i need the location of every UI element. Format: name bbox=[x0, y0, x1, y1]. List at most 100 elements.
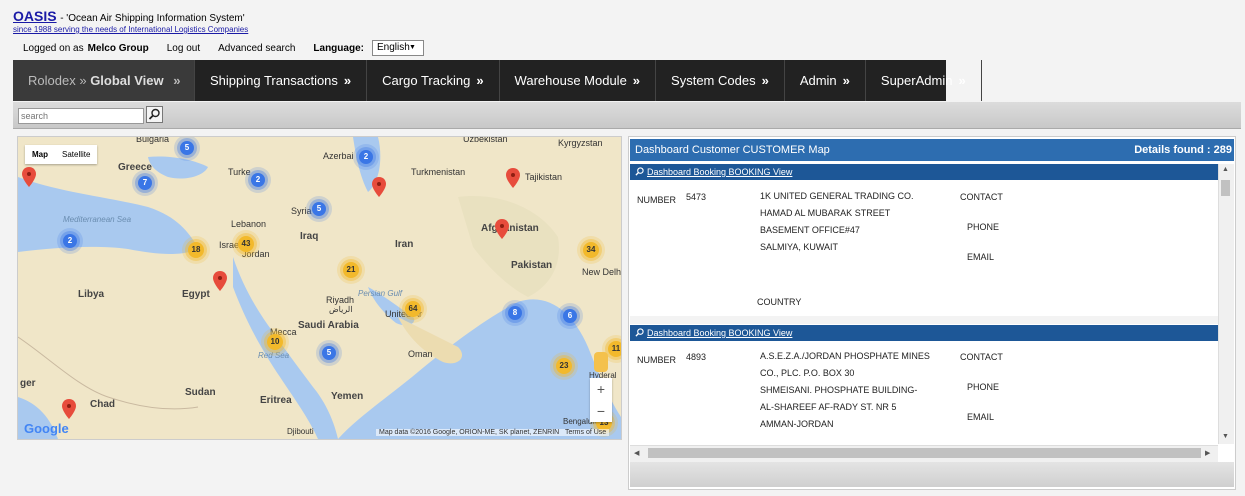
details-count: Details found : 289 bbox=[1134, 144, 1232, 156]
map-pin-icon[interactable] bbox=[62, 399, 76, 419]
nav-arrow: » bbox=[632, 73, 641, 88]
scroll-down-icon[interactable]: ▼ bbox=[1222, 433, 1229, 440]
panel-title: Dashboard Customer CUSTOMER Map bbox=[635, 144, 830, 156]
map-cluster[interactable]: 34 bbox=[583, 242, 599, 258]
advanced-search-link[interactable]: Advanced search bbox=[218, 43, 295, 54]
place-label: Djibouti bbox=[287, 427, 314, 436]
logged-on-label: Logged on as bbox=[23, 42, 84, 54]
booking-view-link[interactable]: Dashboard Booking BOOKING View bbox=[630, 164, 1218, 180]
map-cluster[interactable]: 6 bbox=[563, 309, 577, 323]
map-pin-icon[interactable] bbox=[22, 167, 36, 187]
place-label: Oman bbox=[408, 349, 433, 359]
nav-label: Shipping Transactions bbox=[210, 73, 338, 88]
map-cluster[interactable]: 23 bbox=[556, 358, 572, 374]
scroll-up-icon[interactable]: ▲ bbox=[1222, 166, 1229, 173]
map-pin-icon[interactable] bbox=[372, 177, 386, 197]
map-cluster[interactable]: 7 bbox=[138, 176, 152, 190]
app-tagline: - 'Ocean Air Shipping Information System… bbox=[60, 13, 245, 24]
place-label: Greece bbox=[118, 162, 152, 173]
place-label: Saudi Arabia bbox=[298, 320, 359, 331]
address-line: A.S.E.Z.A./JORDAN PHOSPHATE MINES bbox=[760, 351, 930, 361]
place-label: Yemen bbox=[331, 391, 364, 402]
map-type-control: Map Satellite bbox=[25, 145, 98, 164]
sea-label: Mediterranean Sea bbox=[63, 215, 132, 224]
address-line: SALMIYA, KUWAIT bbox=[760, 242, 839, 252]
map-cluster[interactable]: 5 bbox=[322, 346, 336, 360]
nav-shipping-transactions[interactable]: Shipping Transactions » bbox=[195, 60, 368, 101]
place-label: Turkmenistan bbox=[411, 167, 466, 177]
booking-view-label: Dashboard Booking BOOKING View bbox=[647, 167, 793, 177]
map-pin-icon[interactable] bbox=[213, 271, 227, 291]
nav-label: Cargo Tracking bbox=[382, 73, 471, 88]
map-cluster[interactable]: 21 bbox=[343, 262, 359, 278]
phone-label: PHONE bbox=[967, 382, 1000, 392]
since-link[interactable]: since 1988 serving the needs of Internat… bbox=[13, 25, 248, 34]
search-input[interactable] bbox=[18, 108, 144, 124]
search-button[interactable] bbox=[146, 106, 163, 123]
sea-label: Red Sea bbox=[258, 351, 290, 360]
nav-warehouse-module[interactable]: Warehouse Module » bbox=[500, 60, 657, 101]
language-select[interactable]: English ▼ bbox=[371, 40, 424, 56]
map-cluster[interactable]: 18 bbox=[188, 242, 204, 258]
map-type-satellite-button[interactable]: Satellite bbox=[55, 145, 97, 164]
email-label: EMAIL bbox=[967, 412, 995, 422]
nav-arrow: » bbox=[761, 73, 769, 88]
logout-link[interactable]: Log out bbox=[167, 43, 200, 54]
map-cluster[interactable]: 2 bbox=[251, 173, 265, 187]
map-cluster[interactable]: 10 bbox=[267, 334, 283, 350]
address-line: 1K UNITED GENERAL TRADING CO. bbox=[760, 191, 914, 201]
place-label: Chad bbox=[90, 399, 115, 410]
chevron-down-icon: ▼ bbox=[409, 44, 416, 51]
search-icon bbox=[635, 167, 644, 176]
app-logo-link[interactable]: OASIS bbox=[13, 8, 57, 24]
phone-label: PHONE bbox=[967, 222, 1000, 232]
main-nav: Rolodex » Global View » Shipping Transac… bbox=[13, 60, 982, 101]
scroll-right-icon[interactable]: ▶ bbox=[1205, 449, 1210, 457]
record-divider bbox=[630, 316, 1218, 324]
place-label: Azerbai bbox=[323, 151, 354, 161]
map-pin-icon[interactable] bbox=[506, 168, 520, 188]
search-icon bbox=[635, 328, 644, 337]
map-cluster[interactable]: 2 bbox=[63, 234, 77, 248]
nav-global-view[interactable]: Rolodex » Global View » bbox=[13, 60, 195, 101]
terms-of-use-link[interactable]: Terms of Use bbox=[565, 429, 606, 436]
place-label: Egypt bbox=[182, 289, 210, 300]
customer-map[interactable]: Bulgaria Azerbai Kyrgyzstan Uzbekistan G… bbox=[17, 136, 622, 440]
zoom-control: + − bbox=[590, 378, 612, 422]
map-cluster[interactable]: 5 bbox=[180, 141, 194, 155]
place-label: Bulgaria bbox=[136, 136, 170, 144]
map-cluster[interactable]: 5 bbox=[312, 202, 326, 216]
street-view-pegman-icon[interactable] bbox=[594, 352, 608, 372]
nav-cargo-tracking[interactable]: Cargo Tracking » bbox=[367, 60, 500, 101]
address-line: BASEMENT OFFICE#47 bbox=[760, 225, 860, 235]
brand: OASIS - 'Ocean Air Shipping Information … bbox=[13, 8, 245, 24]
nav-arrow: » bbox=[173, 73, 181, 88]
vertical-scroll-thumb[interactable] bbox=[1221, 180, 1230, 196]
map-cluster[interactable]: 8 bbox=[508, 306, 522, 320]
nav-superadmin[interactable]: SuperAdmin » bbox=[866, 60, 982, 101]
place-label: Uzbekistan bbox=[463, 136, 508, 144]
map-cluster[interactable]: 11 bbox=[608, 341, 621, 357]
place-label: Afghanistan bbox=[481, 223, 539, 234]
map-cluster[interactable]: 43 bbox=[238, 236, 254, 252]
zoom-in-button[interactable]: + bbox=[590, 378, 612, 400]
nav-system-codes[interactable]: System Codes » bbox=[656, 60, 785, 101]
place-label: Libya bbox=[78, 289, 105, 300]
zoom-out-button[interactable]: − bbox=[590, 400, 612, 422]
map-cluster[interactable]: 2 bbox=[359, 150, 373, 164]
map-cluster[interactable]: 64 bbox=[405, 301, 421, 317]
nav-separator: » bbox=[79, 73, 87, 88]
scroll-left-icon[interactable]: ◀ bbox=[634, 449, 639, 457]
search-icon bbox=[148, 108, 160, 120]
user-name: Melco Group bbox=[87, 42, 149, 54]
place-label: Riyadh bbox=[326, 295, 355, 305]
place-label-arabic: الرياض bbox=[329, 305, 353, 314]
map-type-map-button[interactable]: Map bbox=[25, 145, 55, 164]
address-line: CO., PLC. P.O. BOX 30 bbox=[760, 368, 855, 378]
nav-admin[interactable]: Admin » bbox=[785, 60, 866, 101]
panel-header: Dashboard Customer CUSTOMER Map Details … bbox=[630, 139, 1234, 161]
vertical-scrollbar[interactable] bbox=[1218, 164, 1234, 444]
horizontal-scroll-thumb[interactable] bbox=[648, 448, 1201, 458]
map-pin-icon[interactable] bbox=[495, 219, 509, 239]
booking-view-link[interactable]: Dashboard Booking BOOKING View bbox=[630, 325, 1218, 341]
